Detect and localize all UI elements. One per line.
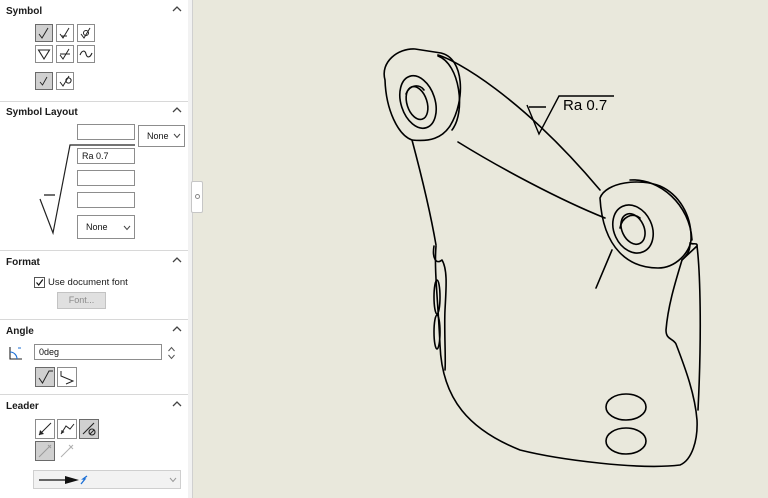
use-document-font-checkbox[interactable] (34, 277, 45, 288)
angle-section: Angle 0deg (0, 320, 188, 395)
surface-finish-annotation-text[interactable]: Ra 0.7 (563, 97, 607, 114)
machining-prohibited-icon (80, 27, 91, 39)
collapse-angle-chevron-icon[interactable] (170, 323, 184, 335)
chevron-down-icon (169, 477, 177, 483)
angle-input[interactable]: 0deg (34, 344, 162, 360)
jis-machining-symbol-button[interactable] (56, 45, 74, 63)
machining-prohibited-symbol-button[interactable] (77, 24, 95, 42)
leader-to-nearest-button[interactable] (35, 441, 55, 461)
jis-no-machining-symbol-button[interactable] (77, 45, 95, 63)
jis-machining-icon (59, 48, 70, 60)
production-method-dropdown[interactable]: None (138, 125, 185, 147)
use-document-font-label: Use document font (48, 277, 128, 288)
checkmark-icon (36, 279, 44, 286)
lay-direction-value: None (86, 222, 108, 232)
machining-required-icon (59, 27, 70, 39)
font-button[interactable]: Font... (57, 292, 106, 309)
field-4[interactable] (77, 192, 135, 208)
collapse-leader-chevron-icon[interactable] (170, 398, 184, 410)
arrow-style-icon (39, 475, 88, 485)
lay-direction-dropdown[interactable]: None (77, 215, 135, 239)
no-leader-icon (82, 422, 96, 436)
bracket-part-drawing (383, 48, 702, 468)
basic-surface-symbol-button[interactable] (35, 24, 53, 42)
local-symbol-button[interactable] (35, 72, 53, 90)
rotated-symbol-icon (60, 371, 75, 385)
production-method-value: None (147, 131, 169, 141)
angle-section-title: Angle (6, 326, 34, 337)
format-section: Format Use document font Font... (0, 251, 188, 320)
triangle-down-icon (37, 49, 51, 61)
bent-leader-button[interactable] (57, 419, 77, 439)
collapse-symbol-chevron-icon[interactable] (170, 3, 184, 15)
angle-spinner-icon[interactable] (167, 345, 176, 361)
machining-required-symbol-button[interactable] (56, 24, 74, 42)
format-section-title: Format (6, 257, 40, 268)
smart-leader-icon[interactable] (58, 442, 76, 460)
leader-section-title: Leader (6, 401, 39, 412)
angle-icon (9, 347, 22, 360)
symbol-section-title: Symbol (6, 6, 43, 17)
field-above-symbol[interactable] (77, 124, 135, 140)
arrow-style-dropdown[interactable] (33, 470, 181, 489)
drawing-canvas[interactable] (193, 0, 768, 498)
property-manager-panel: Symbol Symbol Layout None Ra 0.7 None Fo… (0, 0, 189, 498)
all-around-symbol-button[interactable] (56, 72, 74, 90)
chevron-down-icon (123, 225, 131, 231)
symbol-layout-section: Symbol Layout None Ra 0.7 None (0, 101, 188, 251)
collapse-format-chevron-icon[interactable] (170, 254, 184, 266)
all-around-icon (59, 75, 72, 87)
roughness-field[interactable]: Ra 0.7 (77, 148, 135, 164)
leader-disabled-icon (38, 444, 52, 458)
chevron-down-icon (173, 133, 181, 139)
rotated-orientation-button[interactable] (57, 367, 77, 387)
bent-leader-icon (60, 423, 75, 435)
basic-surface-icon (38, 27, 49, 39)
jis-basic-symbol-button[interactable] (35, 45, 53, 63)
upright-orientation-button[interactable] (35, 367, 55, 387)
symbol-section: Symbol (0, 0, 188, 102)
field-3[interactable] (77, 170, 135, 186)
no-leader-button[interactable] (79, 419, 99, 439)
local-surface-icon (39, 76, 48, 86)
leader-section: Leader (0, 395, 188, 498)
upright-symbol-icon (38, 370, 53, 384)
leader-line-icon (38, 422, 52, 436)
straight-leader-button[interactable] (35, 419, 55, 439)
tilde-icon (79, 50, 93, 58)
